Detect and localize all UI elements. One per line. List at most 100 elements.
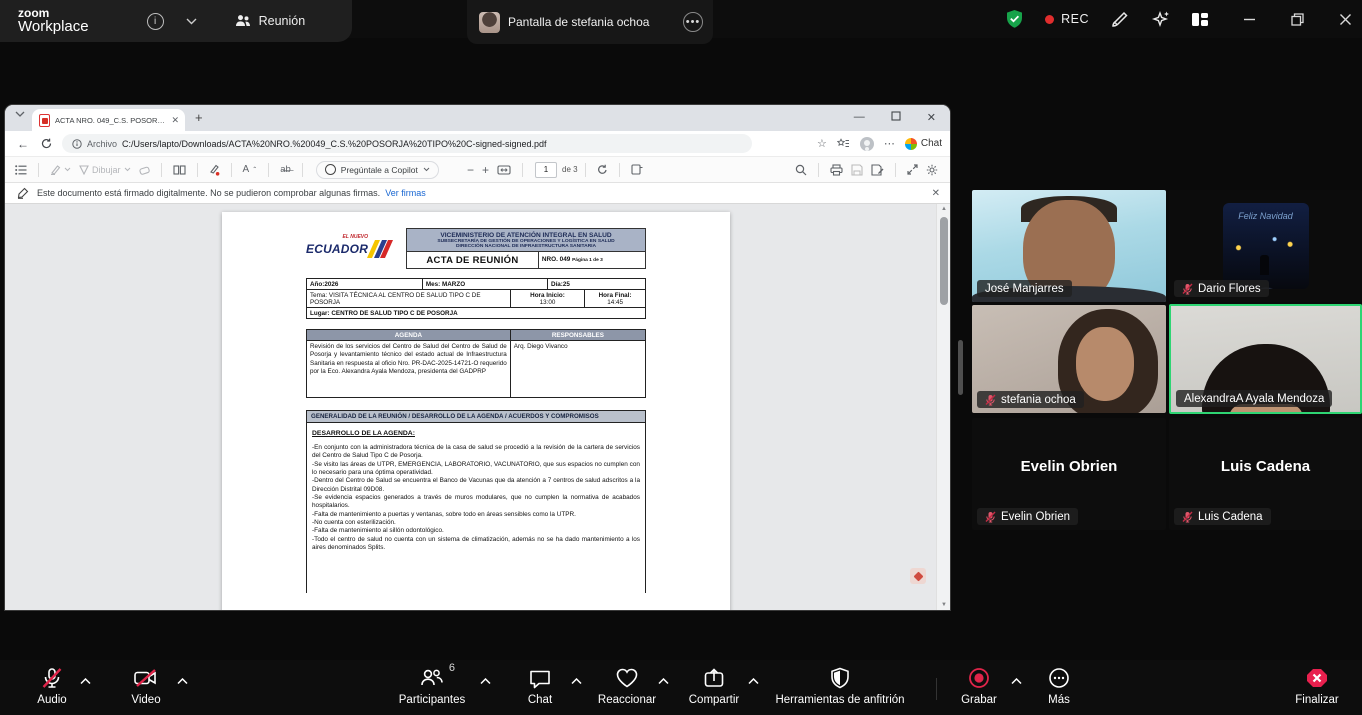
zoom-out-icon[interactable]: −	[467, 163, 474, 177]
highlighter-icon[interactable]	[50, 164, 71, 175]
page-number-input[interactable]: 1	[535, 162, 557, 178]
save-icon[interactable]	[851, 164, 863, 176]
draw-tool[interactable]: Dibujar	[79, 165, 131, 175]
acrobat-icon[interactable]	[910, 568, 926, 584]
new-tab-button[interactable]: +	[195, 110, 203, 125]
toc-icon[interactable]	[15, 165, 27, 175]
favorites-list-icon[interactable]	[837, 138, 850, 149]
zoom-in-icon[interactable]: +	[482, 163, 489, 177]
browser-tab-title: ACTA NRO. 049_C.S. POSORJA TIP	[55, 116, 166, 125]
tab-screen-share[interactable]: Pantalla de stefania ochoa •••	[467, 0, 713, 44]
page-total-label: de 3	[562, 165, 578, 174]
minimize-icon[interactable]	[1243, 13, 1256, 26]
record-button[interactable]: Grabar	[950, 666, 1008, 706]
view-signatures-link[interactable]: Ver firmas	[385, 188, 426, 198]
url-text: C:/Users/lapto/Downloads/ACTA%20NRO.%200…	[122, 139, 547, 149]
ai-companion-icon[interactable]	[1151, 9, 1171, 29]
scroll-up-icon[interactable]: ▲	[937, 206, 950, 212]
bookmark-star-icon[interactable]: ☆	[817, 137, 827, 150]
fullscreen-icon[interactable]	[907, 164, 918, 175]
video-button[interactable]: Video	[116, 666, 176, 706]
mic-muted-icon	[1182, 511, 1193, 523]
eraser-icon[interactable]	[139, 165, 150, 175]
search-icon[interactable]	[795, 164, 807, 176]
chat-options-chevron[interactable]	[571, 678, 582, 685]
video-options-chevron[interactable]	[177, 678, 188, 685]
react-button[interactable]: Reaccionar	[588, 666, 666, 706]
mic-muted-icon	[985, 511, 996, 523]
close-window-icon[interactable]	[1339, 13, 1352, 26]
audio-options-chevron[interactable]	[80, 678, 91, 685]
agenda-item: -Falta de mantenimiento al sillón odonto…	[312, 527, 640, 535]
save-as-icon[interactable]	[871, 164, 884, 176]
notice-close-icon[interactable]: ✕	[932, 188, 940, 199]
tab-options-icon[interactable]: •••	[683, 12, 703, 32]
browser-minimize-icon[interactable]: —	[854, 111, 865, 124]
browser-close-icon[interactable]: ✕	[927, 111, 936, 124]
chat-button[interactable]: Chat	[512, 666, 568, 706]
scrollbar-thumb[interactable]	[940, 217, 948, 305]
view-layout-icon[interactable]	[1192, 13, 1208, 26]
participant-tile[interactable]: Evelin Obrien Evelin Obrien	[972, 418, 1166, 530]
participant-name: Dario Flores	[1198, 283, 1261, 295]
rotate-icon[interactable]	[597, 164, 608, 175]
settings-gear-icon[interactable]	[926, 164, 938, 176]
agenda-item: -Todo el centro de salud no cuenta con u…	[312, 536, 640, 553]
participant-name: AlexandraA Ayala Mendoza	[1184, 393, 1324, 405]
react-options-chevron[interactable]	[658, 678, 669, 685]
copilot-chat-label: Chat	[921, 138, 942, 149]
chevron-down-icon[interactable]	[186, 18, 197, 25]
browser-restore-icon[interactable]	[891, 111, 901, 124]
pdf-file-icon	[39, 114, 50, 127]
end-meeting-button[interactable]: Finalizar	[1286, 666, 1348, 706]
pdf-scrollbar[interactable]: ▲ ▼	[936, 204, 950, 610]
signature-notice-bar: Este documento está firmado digitalmente…	[5, 183, 950, 204]
security-shield-icon[interactable]	[1005, 9, 1024, 29]
browser-menu-icon[interactable]: ⋯	[884, 137, 895, 150]
more-button[interactable]: Más	[1035, 666, 1083, 706]
share-button[interactable]: Compartir	[678, 666, 750, 706]
recording-indicator[interactable]: REC	[1045, 12, 1089, 26]
back-icon[interactable]: ←	[17, 137, 29, 151]
share-options-chevron[interactable]	[748, 678, 759, 685]
read-aloud-icon[interactable]: A⌃	[243, 164, 258, 175]
two-page-view-icon[interactable]	[173, 165, 186, 175]
tab-close-icon[interactable]: ✕	[171, 115, 179, 126]
participants-button[interactable]: 6 Participantes	[390, 666, 474, 706]
acta-page-info: Página 1 de 3	[572, 258, 603, 263]
participant-tile-active-speaker[interactable]: AlexandraA Ayala Mendoza	[1169, 304, 1362, 414]
participant-tile[interactable]: Luis Cadena Luis Cadena	[1169, 418, 1362, 530]
print-icon[interactable]	[830, 164, 843, 176]
tab-meeting[interactable]: Reunión	[235, 14, 306, 28]
annotate-pencil-icon[interactable]	[1110, 9, 1130, 29]
refresh-icon[interactable]	[41, 138, 52, 149]
tab-search-chevron-icon[interactable]	[15, 111, 25, 118]
url-field[interactable]: Archivo C:/Users/lapto/Downloads/ACTA%20…	[62, 134, 752, 153]
browser-profile-icon[interactable]	[860, 137, 874, 151]
panel-scrollbar[interactable]	[958, 340, 963, 395]
record-options-chevron[interactable]	[1011, 678, 1022, 685]
ask-copilot-button[interactable]: Pregúntale a Copilot	[316, 161, 439, 179]
chat-bubble-icon	[528, 666, 552, 690]
browser-tab[interactable]: ACTA NRO. 049_C.S. POSORJA TIP ✕	[32, 109, 185, 131]
audio-button[interactable]: Audio	[22, 666, 82, 706]
info-year: Año:2026	[307, 279, 422, 289]
restore-window-icon[interactable]	[1291, 13, 1304, 26]
participants-options-chevron[interactable]	[480, 678, 491, 685]
fit-width-icon[interactable]	[497, 165, 511, 175]
participant-tile[interactable]: stefania ochoa	[972, 305, 1166, 413]
participant-tile[interactable]: José Manjarres	[972, 190, 1166, 302]
tab-screen-share-label: Pantalla de stefania ochoa	[508, 15, 675, 29]
copilot-chat-button[interactable]: Chat	[905, 138, 942, 150]
text-highlight-icon[interactable]	[209, 164, 220, 176]
page-layout-icon[interactable]	[631, 164, 643, 175]
info-month: Mes: MARZO	[422, 279, 547, 289]
host-tools-button[interactable]: Herramientas de anfitrión	[770, 666, 910, 706]
meeting-info-icon[interactable]: i	[147, 13, 164, 30]
scroll-down-icon[interactable]: ▼	[937, 602, 950, 608]
participant-tile[interactable]: Feliz Navidad Dario Flores	[1169, 190, 1362, 302]
page-info-icon[interactable]	[72, 139, 82, 149]
responsables-header: RESPONSABLES	[510, 330, 645, 340]
participant-name: stefania ochoa	[1001, 394, 1076, 406]
text-tools-icon[interactable]: a̶b̶	[280, 164, 291, 175]
